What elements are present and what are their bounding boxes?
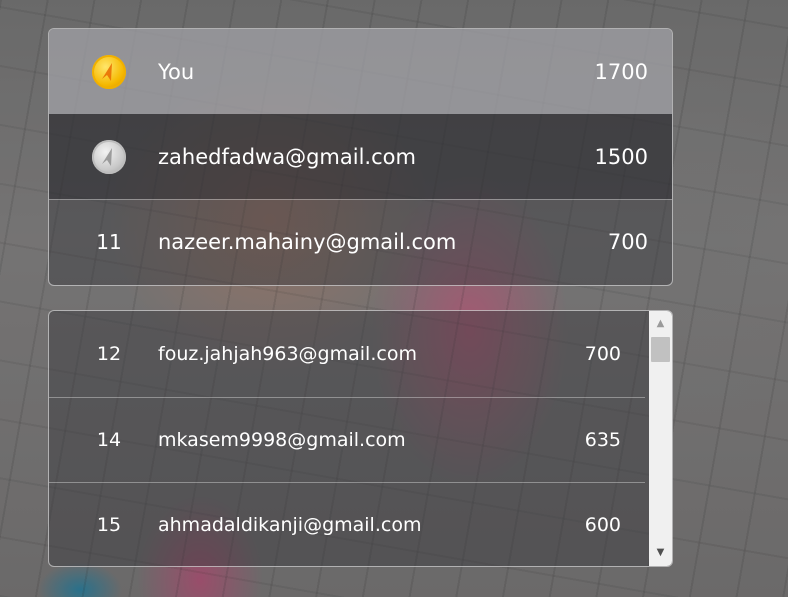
player-name: You [158, 59, 195, 84]
player-score: 700 [607, 230, 648, 254]
leaderboard-row: 15 ahmadaldikanji@gmail.com 600 [49, 482, 645, 566]
player-score: 1500 [594, 144, 648, 169]
vertical-scrollbar[interactable]: ▲ ▼ [649, 311, 672, 566]
player-name: fouz.jahjah963@gmail.com [158, 342, 417, 365]
player-name: mkasem9998@gmail.com [158, 428, 406, 451]
player-name: zahedfadwa@gmail.com [158, 144, 416, 169]
leaderboard-row: 14 mkasem9998@gmail.com 635 [49, 396, 645, 483]
leaderboard-row: zahedfadwa@gmail.com 1500 [49, 114, 672, 199]
rank-number: 14 [96, 428, 122, 451]
rank-number: 12 [96, 342, 122, 365]
player-name: ahmadaldikanji@gmail.com [158, 514, 422, 537]
rank-number: 15 [96, 514, 122, 537]
scroll-down-icon[interactable]: ▼ [649, 542, 672, 562]
player-score: 700 [584, 342, 621, 365]
leaderboard-list-panel[interactable]: 12 fouz.jahjah963@gmail.com 700 14 mkase… [48, 310, 673, 567]
leaderboard-list: 12 fouz.jahjah963@gmail.com 700 14 mkase… [49, 311, 645, 566]
player-name: nazeer.mahainy@gmail.com [158, 230, 457, 254]
gold-medal-icon [92, 54, 126, 89]
player-score: 635 [584, 428, 621, 451]
scroll-up-icon[interactable]: ▲ [649, 313, 672, 333]
rank-number: 11 [96, 230, 122, 254]
leaderboard-row: 12 fouz.jahjah963@gmail.com 700 [49, 311, 645, 397]
rank-cell [49, 139, 169, 174]
top-leaderboard-panel: You 1700 zahedfadwa@gmail.com 1500 11 na… [48, 28, 673, 286]
rank-cell [49, 54, 169, 89]
player-score: 600 [584, 514, 621, 537]
leaderboard-row: 11 nazeer.mahainy@gmail.com 700 [49, 199, 672, 284]
player-score: 1700 [594, 59, 648, 84]
leaderboard-row-you: You 1700 [49, 29, 672, 114]
silver-medal-icon [92, 139, 126, 174]
scrollbar-thumb[interactable] [651, 337, 670, 362]
